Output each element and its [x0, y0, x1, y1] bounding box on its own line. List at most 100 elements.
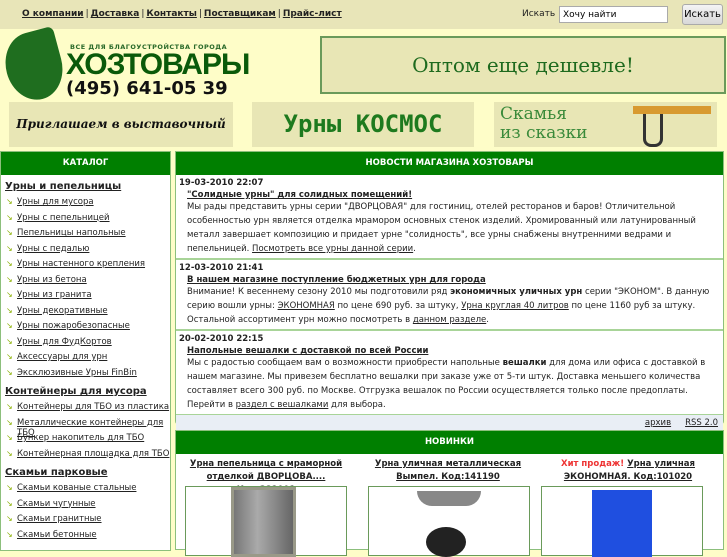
- catalog-item[interactable]: ↘ Урны пожаробезопасные: [1, 318, 170, 334]
- product-link[interactable]: Урна уличная металлическая Вымпел. Код:1…: [375, 459, 521, 482]
- catalog-item[interactable]: ↘ Урны из гранита: [1, 287, 170, 303]
- catalog-group[interactable]: Контейнеры для мусора: [1, 380, 170, 399]
- catalog-item-link[interactable]: Урны декоративные: [17, 306, 108, 316]
- catalog-item[interactable]: ↘ Скамьи кованые стальные: [1, 480, 170, 496]
- product-card: Урна уличная металлическая Вымпел. Код:1…: [358, 458, 538, 484]
- arrow-icon: ↘: [6, 305, 13, 315]
- catalog-item-link[interactable]: Урны с педалью: [17, 244, 89, 254]
- catalog-item-link[interactable]: Урны с пепельницей: [17, 213, 110, 223]
- product-image[interactable]: [185, 486, 347, 557]
- product-image[interactable]: [368, 486, 530, 557]
- catalog-item[interactable]: ↘ Металлические контейнеры для ТБО: [1, 415, 170, 438]
- phone-number: (495) 641-05 39: [66, 78, 228, 99]
- showroom-banner[interactable]: Приглашаем в выставочный зал: [9, 102, 233, 176]
- nav-delivery[interactable]: Доставка: [91, 9, 140, 19]
- catalog-item-link[interactable]: Скамьи чугунные: [17, 499, 96, 509]
- arrow-icon: ↘: [6, 402, 13, 411]
- catalog-item-link[interactable]: Урны пожаробезопасные: [17, 321, 130, 331]
- catalog-item[interactable]: ↘ Урны для ФудКортов: [1, 334, 170, 350]
- news-link[interactable]: Урна круглая 40 литров: [461, 301, 569, 311]
- news-link[interactable]: ЭКОНОМНАЯ: [278, 301, 335, 311]
- catalog-item[interactable]: ↘ Эксклюзивные Урны FinBin: [1, 365, 170, 381]
- catalog-item-link[interactable]: Контейнерная площадка для ТБО: [17, 449, 169, 459]
- catalog-item[interactable]: ↘ Скамьи гранитные: [1, 511, 170, 527]
- catalog-item-link[interactable]: Урны из бетона: [17, 275, 87, 285]
- catalog-item[interactable]: ↘ Урны для мусора: [1, 194, 170, 210]
- kosmos-banner[interactable]: Урны КОСМОС: [252, 102, 474, 147]
- catalog-item-link[interactable]: Пепельницы напольные: [17, 228, 126, 238]
- catalog-item-link[interactable]: Бункер накопитель для ТБО: [17, 433, 144, 443]
- catalog-item-link[interactable]: Контейнеры для ТБО из пластика: [17, 402, 169, 412]
- arrow-icon: ↘: [6, 336, 13, 346]
- catalog-item-link[interactable]: Урны настенного крепления: [17, 259, 145, 269]
- arrow-icon: ↘: [6, 417, 13, 427]
- news-bold: экономичных уличных урн: [450, 287, 583, 297]
- nav-about[interactable]: О компании: [22, 9, 84, 19]
- catalog-item[interactable]: ↘ Аксессуары для урн: [1, 349, 170, 365]
- site-logo[interactable]: ВСЕ ДЛЯ БЛАГОУСТРОЙСТВА ГОРОДА ХОЗТОВАРЫ…: [0, 25, 250, 107]
- catalog-item[interactable]: ↘ Скамьи бетонные: [1, 527, 170, 543]
- arrow-icon: ↘: [6, 498, 13, 508]
- catalog-item-link[interactable]: Скамьи кованые стальные: [17, 483, 136, 493]
- catalog-item[interactable]: ↘ Урны декоративные: [1, 303, 170, 319]
- catalog-group[interactable]: Скамьи парковые: [1, 461, 170, 480]
- nav-suppliers[interactable]: Поставщикам: [204, 9, 276, 19]
- catalog-item[interactable]: ↘ Урны из бетона: [1, 272, 170, 288]
- catalog-title: КАТАЛОГ: [1, 152, 170, 175]
- catalog-item-link[interactable]: Эксклюзивные Урны FinBin: [17, 368, 137, 378]
- product-card: Хит продаж! Урна уличная ЭКОНОМНАЯ. Код:…: [538, 458, 718, 484]
- catalog-item[interactable]: ↘ Бункер накопитель для ТБО: [1, 430, 170, 446]
- arrow-icon: ↘: [6, 228, 13, 237]
- catalog-item[interactable]: ↘ Урны с педалью: [1, 241, 170, 257]
- search-input[interactable]: [559, 6, 668, 23]
- wholesale-banner[interactable]: Оптом еще дешевле!: [320, 36, 726, 94]
- arrow-icon: ↘: [6, 197, 13, 206]
- catalog-item-link[interactable]: Урны для мусора: [17, 197, 94, 207]
- hit-badge: Хит продаж!: [561, 459, 625, 469]
- news-title-link[interactable]: В нашем магазине поступление бюджетных у…: [187, 275, 720, 285]
- catalog-item[interactable]: ↘ Контейнерная площадка для ТБО: [1, 446, 170, 462]
- catalog-item[interactable]: ↘ Контейнеры для ТБО из пластика: [1, 399, 170, 415]
- arrow-icon: ↘: [6, 274, 13, 284]
- arrow-icon: ↘: [6, 529, 13, 539]
- news-link[interactable]: Посмотреть все урны данной серии: [252, 244, 413, 254]
- search-button[interactable]: Искать: [682, 4, 723, 25]
- catalog-item-link[interactable]: Скамьи бетонные: [17, 530, 97, 540]
- catalog-item-link[interactable]: Скамьи гранитные: [17, 514, 102, 524]
- arrow-icon: ↘: [6, 448, 13, 458]
- catalog-item-link[interactable]: Урны для ФудКортов: [17, 337, 112, 347]
- arrow-icon: ↘: [6, 321, 13, 330]
- new-items-panel: НОВИНКИ Урна пепельница с мраморной отде…: [175, 430, 724, 557]
- news-text: для выбора.: [328, 400, 386, 410]
- news-title-link[interactable]: Напольные вешалки с доставкой по всей Ро…: [187, 346, 720, 356]
- top-bar: О компании | Доставка | Контакты | Поставщикам…: [0, 0, 727, 29]
- news-link[interactable]: раздел с вешалками: [236, 400, 329, 410]
- bench-banner[interactable]: Скамья из сказки: [494, 102, 717, 147]
- rss-link[interactable]: RSS 2.0: [685, 418, 718, 428]
- archive-link[interactable]: архив: [645, 418, 671, 428]
- news-post: 12-03-2010 21:41 В нашем магазине поступ…: [176, 260, 723, 331]
- news-title-link[interactable]: "Солидные урны" для солидных помещений!: [187, 190, 720, 200]
- catalog-item-link[interactable]: Аксессуары для урн: [17, 352, 107, 362]
- news-link[interactable]: данном разделе: [413, 315, 486, 325]
- news-text: Внимание! К весеннему сезону 2010 мы под…: [187, 287, 451, 297]
- product-image[interactable]: [541, 486, 703, 557]
- catalog-item[interactable]: ↘ Урны настенного крепления: [1, 256, 170, 272]
- nav-pricelist[interactable]: Прайс-лист: [283, 9, 342, 19]
- catalog-item[interactable]: ↘ Урны с пепельницей: [1, 210, 170, 226]
- arrow-icon: ↘: [6, 514, 13, 523]
- news-text: .: [486, 315, 489, 325]
- arrow-icon: ↘: [6, 352, 13, 361]
- catalog-group[interactable]: Урны и пепельницы: [1, 175, 170, 194]
- news-date: 12-03-2010 21:41: [179, 263, 264, 273]
- arrow-icon: ↘: [6, 259, 13, 268]
- arrow-icon: ↘: [6, 290, 13, 299]
- arrow-icon: ↘: [6, 367, 13, 377]
- nav-contacts[interactable]: Контакты: [146, 9, 197, 19]
- catalog-item[interactable]: ↘ Пепельницы напольные: [1, 225, 170, 241]
- top-nav: О компании | Доставка | Контакты | Поставщикам…: [22, 9, 342, 19]
- catalog-item[interactable]: ↘ Скамьи чугунные: [1, 496, 170, 512]
- arrow-icon: ↘: [6, 212, 13, 222]
- news-bold: вешалки: [502, 358, 547, 368]
- catalog-item-link[interactable]: Урны из гранита: [17, 290, 92, 300]
